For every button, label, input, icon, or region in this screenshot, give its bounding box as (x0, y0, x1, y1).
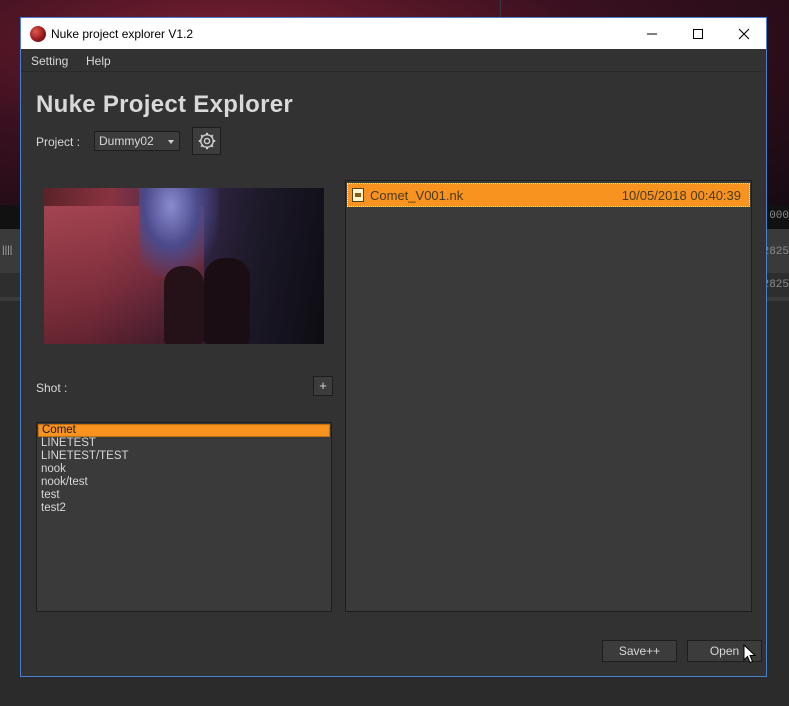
file-list[interactable]: Comet_V001.nk 10/05/2018 00:40:39 (345, 180, 752, 612)
file-modified-date: 10/05/2018 00:40:39 (622, 188, 741, 203)
shot-list-item[interactable]: Comet (38, 424, 330, 437)
menu-bar: Setting Help (21, 49, 766, 72)
shot-list-item[interactable]: LINETEST/TEST (37, 450, 331, 463)
project-dropdown-value: Dummy02 (99, 134, 154, 148)
shot-label: Shot : (36, 381, 67, 395)
ruler-marks: |||| (2, 245, 12, 256)
menu-setting[interactable]: Setting (31, 54, 68, 68)
project-dropdown[interactable]: Dummy02 (94, 131, 180, 151)
file-list-row[interactable]: Comet_V001.nk 10/05/2018 00:40:39 (347, 183, 750, 207)
shot-list-item[interactable]: test (37, 489, 331, 502)
mouse-cursor-icon (743, 644, 757, 664)
close-icon (738, 28, 750, 40)
nuke-file-icon (352, 188, 364, 202)
settings-button[interactable] (192, 127, 221, 155)
maximize-button[interactable] (675, 18, 721, 49)
nuke-app-icon (30, 26, 46, 42)
shot-list-item[interactable]: nook (37, 463, 331, 476)
file-name: Comet_V001.nk (370, 188, 463, 203)
shot-list[interactable]: Comet LINETEST LINETEST/TEST nook nook/t… (36, 422, 332, 612)
save-increment-button[interactable]: Save++ (602, 640, 677, 662)
gear-icon (198, 132, 216, 150)
maximize-icon (692, 28, 704, 40)
menu-help[interactable]: Help (86, 54, 111, 68)
shot-list-item[interactable]: nook/test (37, 476, 331, 489)
shot-list-item[interactable]: test2 (37, 502, 331, 515)
page-title: Nuke Project Explorer (36, 91, 293, 119)
title-bar[interactable]: Nuke project explorer V1.2 (21, 18, 766, 49)
window-title: Nuke project explorer V1.2 (51, 27, 193, 41)
minimize-icon (646, 28, 658, 40)
chevron-down-icon (168, 140, 174, 144)
timeline-frame-text: 000 (769, 210, 789, 222)
shot-list-item[interactable]: LINETEST (37, 437, 331, 450)
project-label: Project : (36, 135, 80, 149)
project-explorer-window: Nuke project explorer V1.2 Setting Help … (20, 17, 767, 677)
close-button[interactable] (721, 18, 767, 49)
minimize-button[interactable] (629, 18, 675, 49)
add-shot-button[interactable]: + (313, 376, 333, 396)
shot-thumbnail (44, 188, 324, 344)
